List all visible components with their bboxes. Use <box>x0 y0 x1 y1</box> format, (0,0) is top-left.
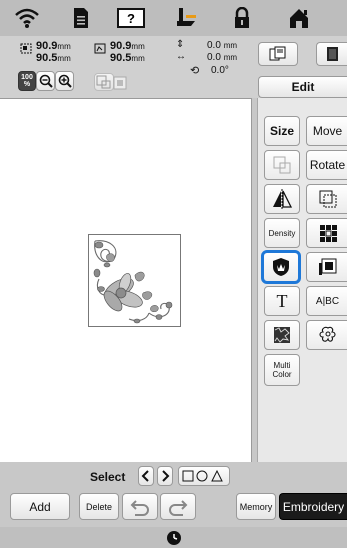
vertical-offset: 0.0 mm <box>207 40 238 51</box>
select-shapes-button[interactable] <box>178 466 230 486</box>
chevron-right-icon <box>162 470 170 482</box>
home-icon[interactable] <box>286 6 312 30</box>
card-icon <box>327 47 338 61</box>
add-button[interactable]: Add <box>10 493 70 520</box>
horizontal-arrow-icon: ↔ <box>176 51 186 62</box>
redo-icon <box>169 499 188 516</box>
card-button[interactable] <box>316 42 347 66</box>
rotation-value: 0.0° <box>211 65 229 76</box>
zoom-in-icon <box>58 74 72 88</box>
embroidery-button[interactable]: Embroidery <box>279 493 347 520</box>
zoom-out-button[interactable] <box>36 71 55 91</box>
presser-foot-icon[interactable] <box>172 6 200 30</box>
appliqué-button[interactable] <box>261 250 301 284</box>
outline-flower-icon <box>318 326 336 342</box>
edit-tools-panel: Size Move Rotate Density T A|BC Multi Co… <box>257 98 347 462</box>
select-next-button[interactable] <box>157 466 173 486</box>
hoop-size-icon <box>94 42 108 60</box>
shield-icon <box>273 258 289 276</box>
array-icon <box>319 225 337 242</box>
document-icon[interactable] <box>68 6 94 30</box>
status-bar: ? <box>0 0 347 36</box>
border-button[interactable] <box>306 184 347 214</box>
delete-button[interactable]: Delete <box>79 493 119 520</box>
embroidery-canvas[interactable] <box>0 98 252 462</box>
redo-button[interactable] <box>160 493 196 520</box>
array-button[interactable] <box>306 218 347 248</box>
footer-bar <box>0 527 347 548</box>
pattern-size-icon <box>20 42 34 60</box>
shapes-icon <box>182 470 223 482</box>
svg-text:?: ? <box>127 11 135 26</box>
size-button[interactable]: Size <box>264 116 300 146</box>
memory-button[interactable]: Memory <box>236 493 276 520</box>
density-button[interactable]: Density <box>264 218 300 248</box>
height-value-1: 90.5mm <box>36 52 71 64</box>
wifi-icon[interactable] <box>14 6 40 30</box>
abc-button[interactable]: A|BC <box>306 286 347 316</box>
chevron-left-icon <box>141 470 149 482</box>
edit-button[interactable]: Edit <box>258 76 347 98</box>
grid-icon <box>96 75 111 89</box>
lock-icon[interactable] <box>229 6 255 30</box>
hoop-image-icon <box>113 76 127 95</box>
text-button[interactable]: T <box>264 286 300 316</box>
zoom-100-button[interactable]: 100 % <box>18 71 36 91</box>
undo-button[interactable] <box>122 493 158 520</box>
multi-color-button[interactable]: Multi Color <box>264 354 300 386</box>
undo-icon <box>130 499 149 516</box>
embroidery-pattern-preview[interactable] <box>88 234 181 327</box>
group-button[interactable] <box>264 150 300 180</box>
clock-icon[interactable] <box>166 530 182 548</box>
select-label: Select <box>90 470 126 484</box>
rotate-button[interactable]: Rotate <box>306 150 347 180</box>
outline-button[interactable] <box>306 320 347 350</box>
vertical-arrow-icon: ⇕ <box>176 39 185 50</box>
info-area: 90.9mm 90.5mm 90.9mm 90.5mm ⇕ 0.0 mm ↔ 0… <box>0 36 347 98</box>
select-prev-button[interactable] <box>138 466 154 486</box>
zoom-in-button[interactable] <box>55 71 74 91</box>
group-icon <box>273 156 291 174</box>
horizontal-offset: 0.0 mm <box>207 52 238 63</box>
pattern-list-icon <box>269 46 286 61</box>
mirror-button[interactable] <box>264 184 300 214</box>
height-value-2: 90.5mm <box>110 52 145 64</box>
pattern-list-button[interactable] <box>258 42 298 66</box>
frame-icon <box>318 258 336 275</box>
zoom-out-icon <box>39 74 53 88</box>
rotation-icon: ⟲ <box>190 65 200 77</box>
stipple-icon <box>274 327 290 343</box>
move-button[interactable]: Move <box>306 116 347 146</box>
grid-view-button[interactable] <box>94 73 114 91</box>
frame-button[interactable] <box>306 252 347 282</box>
mirror-icon <box>273 189 293 209</box>
help-icon[interactable]: ? <box>116 6 146 30</box>
stippling-button[interactable] <box>264 320 300 350</box>
border-icon <box>319 190 336 208</box>
